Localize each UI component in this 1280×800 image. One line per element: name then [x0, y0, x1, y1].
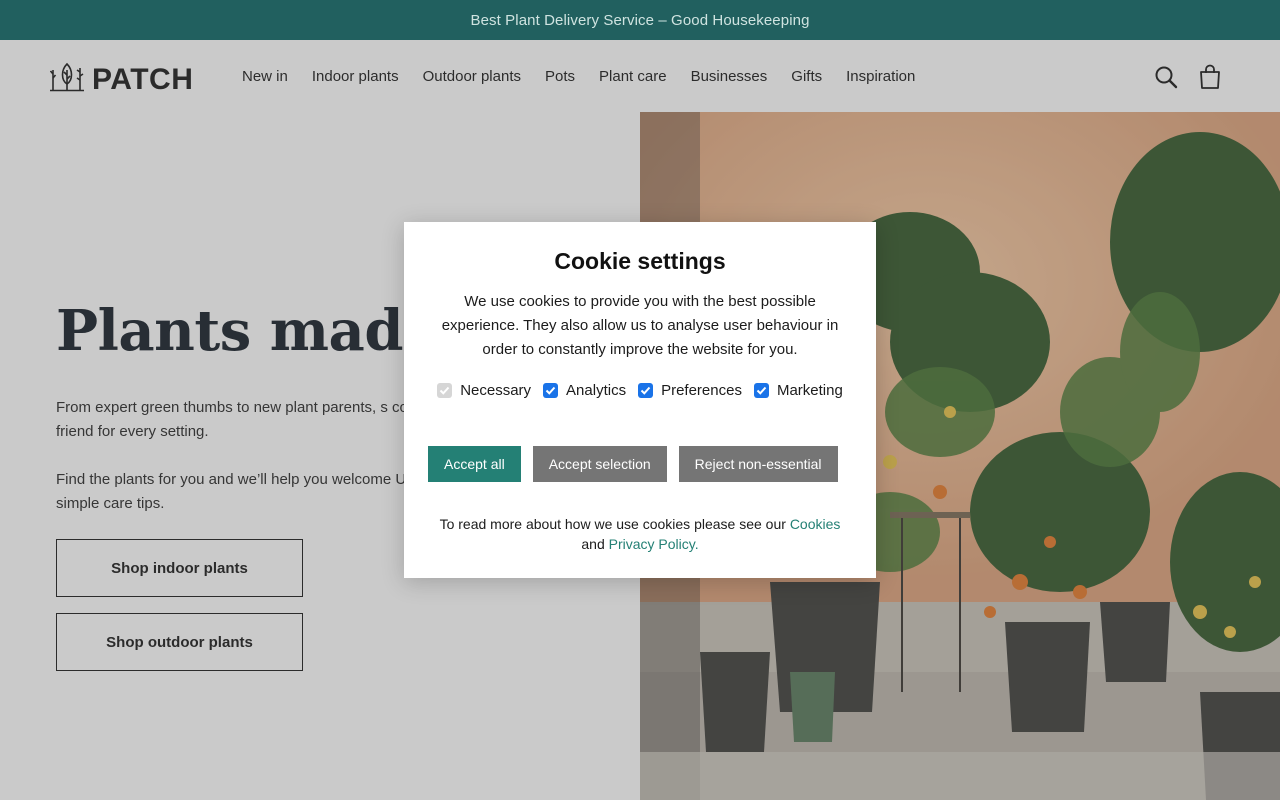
cookie-note-prefix: To read more about how we use cookies pl… [439, 516, 786, 532]
marketing-checkbox[interactable] [753, 383, 769, 398]
preferences-checkbox[interactable] [638, 383, 654, 398]
cookie-dialog-description: We use cookies to provide you with the b… [441, 293, 839, 358]
analytics-label[interactable]: Analytics [566, 382, 626, 399]
cookie-note-and: and [581, 536, 605, 552]
analytics-checkbox[interactable] [543, 383, 559, 398]
privacy-policy-link[interactable]: Privacy Policy. [609, 536, 699, 552]
cookie-option-marketing[interactable]: Marketing [753, 382, 843, 399]
cookies-link[interactable]: Cookies [790, 516, 841, 532]
cookie-option-analytics[interactable]: Analytics [543, 382, 626, 399]
cookie-options: Necessary Analytics Preferences Marketin… [404, 382, 876, 399]
cookie-dialog-title: Cookie settings [554, 248, 726, 274]
cookie-option-preferences[interactable]: Preferences [638, 382, 742, 399]
necessary-checkbox [437, 383, 453, 398]
promo-text: Best Plant Delivery Service – Good House… [470, 11, 810, 29]
necessary-label: Necessary [460, 382, 532, 399]
promo-bar: Best Plant Delivery Service – Good House… [0, 0, 1280, 40]
cookie-settings-dialog: Cookie settings We use cookies to provid… [404, 222, 876, 578]
preferences-label[interactable]: Preferences [661, 382, 742, 399]
cookie-option-necessary: Necessary [437, 382, 531, 399]
cookie-policy-note: To read more about how we use cookies pl… [428, 514, 852, 554]
accept-selection-button[interactable]: Accept selection [532, 446, 667, 482]
marketing-label[interactable]: Marketing [777, 382, 843, 399]
cookie-actions: Accept all Accept selection Reject non-e… [428, 446, 838, 482]
reject-non-essential-button[interactable]: Reject non-essential [678, 446, 838, 482]
accept-all-button[interactable]: Accept all [428, 446, 521, 482]
